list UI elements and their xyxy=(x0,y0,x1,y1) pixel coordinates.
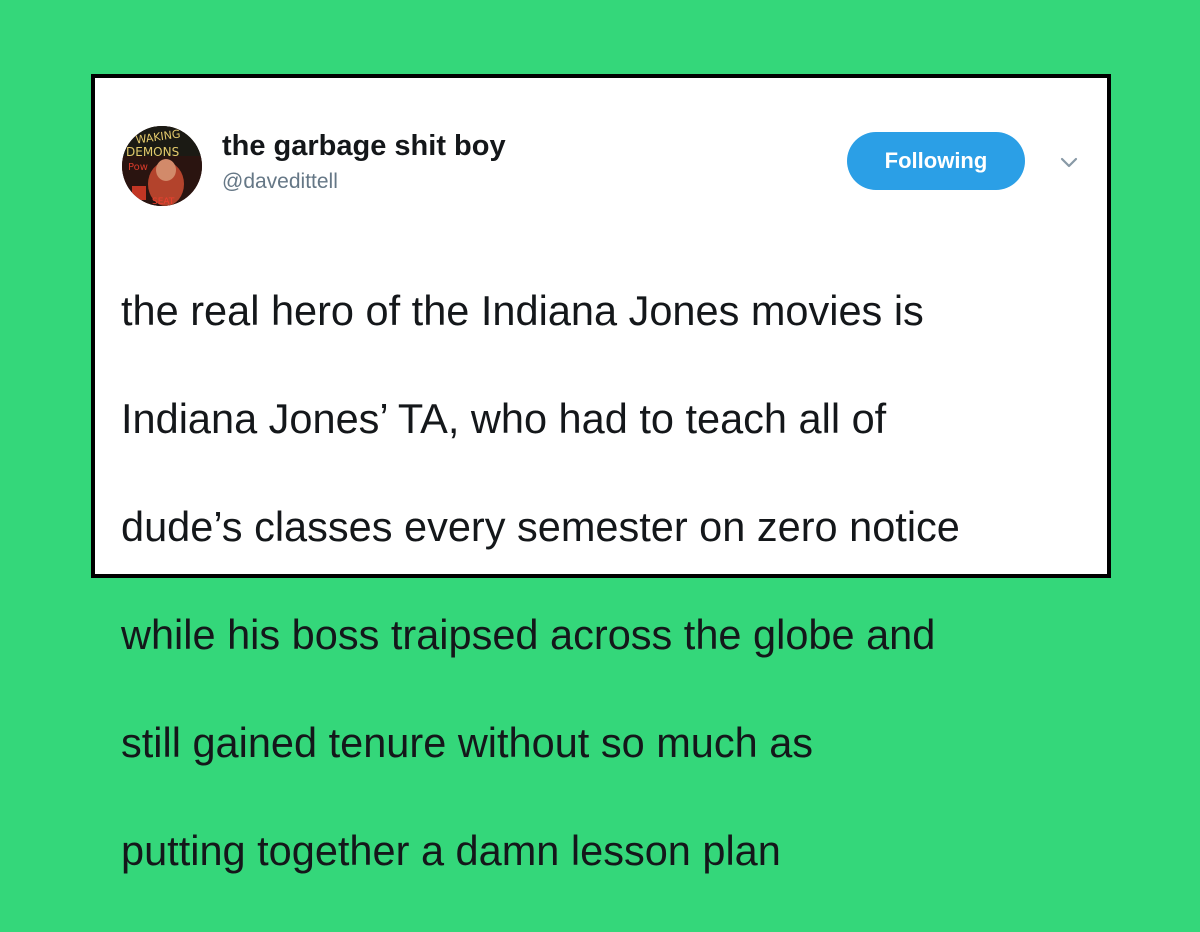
tweet-text-line: putting together a damn lesson plan xyxy=(121,827,781,874)
tweet-card: WAKING DEMONS Pow SEAT the garbage shit … xyxy=(91,74,1111,874)
chevron-down-icon[interactable] xyxy=(1057,152,1081,172)
svg-text:DEMONS: DEMONS xyxy=(126,145,179,159)
avatar[interactable]: WAKING DEMONS Pow SEAT xyxy=(122,126,202,206)
author-display-name[interactable]: the garbage shit boy xyxy=(222,128,506,164)
svg-text:Pow: Pow xyxy=(128,162,148,173)
tweet-text-line: Indiana Jones’ TA, who had to teach all … xyxy=(121,395,887,442)
tweet-text-line: still gained tenure without so much as xyxy=(121,719,814,766)
tweet-text-line: the real hero of the Indiana Jones movie… xyxy=(121,287,924,334)
author-handle[interactable]: @davedittell xyxy=(222,169,338,195)
tweet-text-line: dude’s classes every semester on zero no… xyxy=(121,503,960,550)
tweet-text: the real hero of the Indiana Jones movie… xyxy=(121,230,1096,932)
svg-text:SEAT: SEAT xyxy=(152,197,175,206)
tweet-text-line: while his boss traipsed across the globe… xyxy=(121,611,936,658)
following-button[interactable]: Following xyxy=(847,132,1025,190)
avatar-image: WAKING DEMONS Pow SEAT xyxy=(122,126,202,206)
